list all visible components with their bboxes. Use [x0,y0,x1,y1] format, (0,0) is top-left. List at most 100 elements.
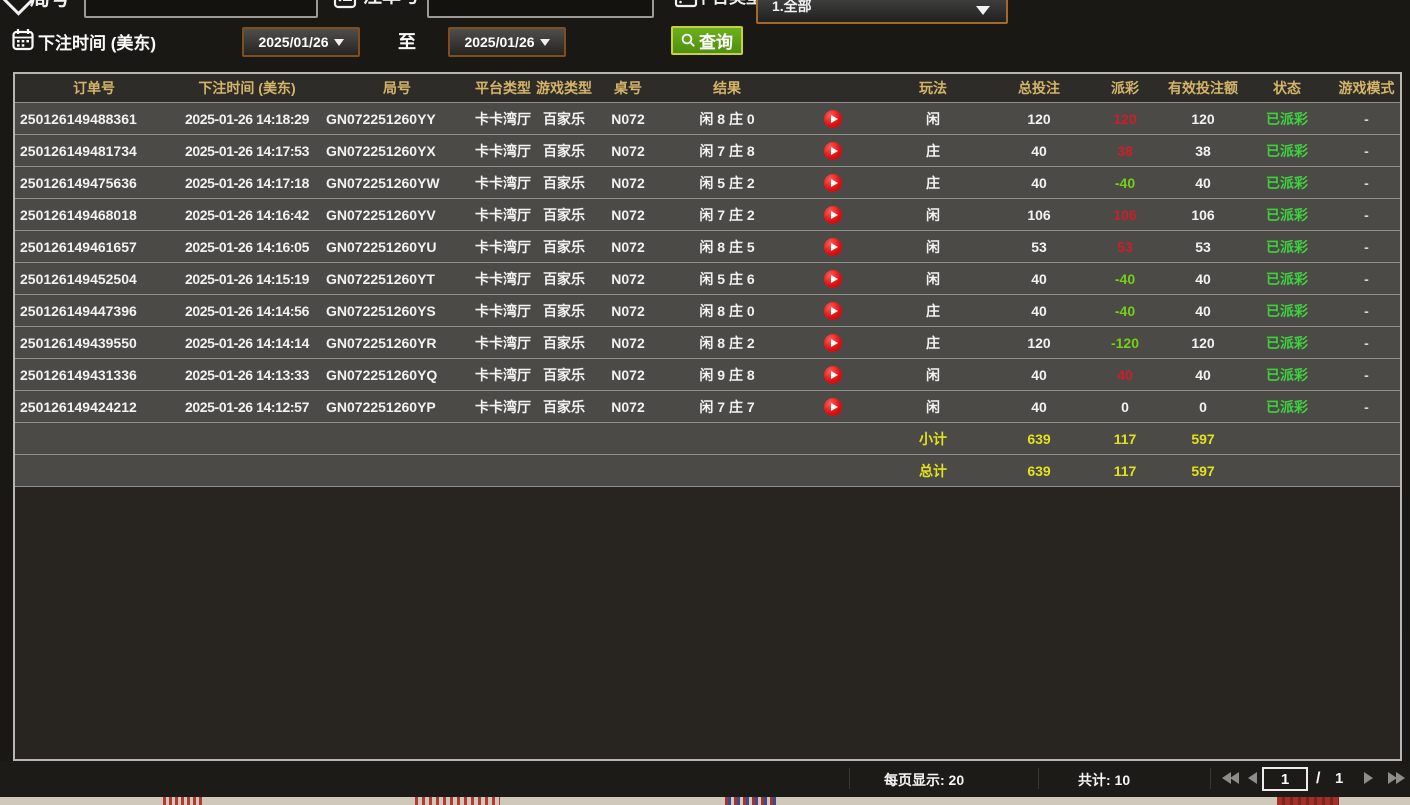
magnifier-icon [681,33,696,48]
background-page-strip [0,797,1410,805]
cell-valid-bet: 38 [1165,135,1241,167]
cell-total-bet: 40 [993,135,1085,167]
play-icon [831,275,838,283]
cell-table-no: N072 [595,263,661,295]
cell-table-no: N072 [595,295,661,327]
cell-payout: -40 [1085,167,1165,199]
cell-game-mode: - [1333,295,1400,327]
play-icon [831,403,838,411]
play-video-button[interactable] [824,398,842,416]
query-button[interactable]: 查询 [671,26,743,55]
play-video-button[interactable] [824,174,842,192]
table-row: 2501261494525042025-01-26 14:15:19GN0722… [15,263,1400,295]
cell-payout: 38 [1085,135,1165,167]
game-no-filter-label: 局号 [30,0,70,11]
column-header: 状态 [1241,74,1333,103]
page-slash: / [1316,770,1320,788]
cell-platform: 卡卡湾厅 [473,135,533,167]
cell-bet-side: 闲 [873,263,993,295]
cell-payout: 106 [1085,199,1165,231]
cell-order-no: 250126149424212 [15,391,173,423]
cell-total-bet: 120 [993,327,1085,359]
first-page-button[interactable] [1222,772,1239,784]
cell-order-no: 250126149488361 [15,103,173,135]
cell-result: 闲 7 庄 7 [661,391,793,423]
cell-sum-valid-bet: 597 [1165,423,1241,455]
bet-records-table-container: 订单号下注时间 (美东)局号平台类型游戏类型桌号结果玩法总投注派彩有效投注额状态… [13,72,1402,761]
column-header: 订单号 [15,74,173,103]
date-from-picker[interactable]: 2025/01/26 [242,27,360,57]
cell-status: 已派彩 [1241,103,1333,135]
cell-bet-side: 庄 [873,295,993,327]
cell-bet-side: 闲 [873,103,993,135]
cell-payout: 53 [1085,231,1165,263]
bet-no-input[interactable] [427,0,654,18]
cell-game-type: 百家乐 [533,263,595,295]
cell-sum-payout: 117 [1085,455,1165,487]
cell-status: 已派彩 [1241,199,1333,231]
cell-bet-side: 庄 [873,135,993,167]
play-video-button[interactable] [824,238,842,256]
cell-platform: 卡卡湾厅 [473,103,533,135]
cell-video [793,199,873,231]
cell-table-no: N072 [595,391,661,423]
grand-total-row: 总计639117597 [15,455,1400,487]
column-header: 结果 [661,74,793,103]
divider [1038,768,1039,789]
cell-game-no: GN072251260YQ [321,359,473,391]
cell-status: 已派彩 [1241,167,1333,199]
total-pages: 1 [1335,770,1343,787]
play-video-button[interactable] [824,302,842,320]
play-video-button[interactable] [824,334,842,352]
cell-table-no: N072 [595,231,661,263]
cell-platform: 卡卡湾厅 [473,327,533,359]
cell-game-no: GN072251260YP [321,391,473,423]
cell-sum-label: 总计 [873,455,993,487]
platform-type-value: 1.全部 [772,0,812,16]
cell-game-no: GN072251260YT [321,263,473,295]
cell-valid-bet: 0 [1165,391,1241,423]
cell-video [793,231,873,263]
game-no-input[interactable] [84,0,318,18]
caret-down-icon [976,6,990,15]
cell-result: 闲 8 庄 0 [661,103,793,135]
cell-bet-time: 2025-01-26 14:14:56 [173,295,321,327]
table-body: 2501261494883612025-01-26 14:18:29GN0722… [15,103,1400,487]
cell-bet-time: 2025-01-26 14:17:53 [173,135,321,167]
platform-type-select[interactable]: 1.全部 [756,0,1008,24]
prev-page-button[interactable] [1248,772,1257,784]
page-number-input[interactable] [1262,767,1308,791]
cell-order-no: 250126149447396 [15,295,173,327]
cell-valid-bet: 120 [1165,327,1241,359]
date-to-picker[interactable]: 2025/01/26 [448,27,566,57]
play-video-button[interactable] [824,142,842,160]
cell-game-no: GN072251260YU [321,231,473,263]
table-row: 2501261494473962025-01-26 14:14:56GN0722… [15,295,1400,327]
column-header: 游戏模式 [1333,74,1400,103]
cell-result: 闲 7 庄 2 [661,199,793,231]
per-page-label: 每页显示: 20 [884,770,964,790]
cell-result: 闲 8 庄 2 [661,327,793,359]
cell-game-type: 百家乐 [533,231,595,263]
divider [1210,768,1211,789]
cell-valid-bet: 40 [1165,167,1241,199]
cell-payout: 40 [1085,359,1165,391]
cell-platform: 卡卡湾厅 [473,359,533,391]
play-video-button[interactable] [824,270,842,288]
cell-game-no: GN072251260YV [321,199,473,231]
play-video-button[interactable] [824,366,842,384]
play-video-button[interactable] [824,206,842,224]
cell-status: 已派彩 [1241,359,1333,391]
cell-video [793,167,873,199]
pagination-bar: 每页显示: 20 共计: 10 / 1 [0,761,1410,797]
cell-empty [15,423,873,455]
cell-video [793,391,873,423]
last-page-button[interactable] [1388,772,1405,784]
cell-game-type: 百家乐 [533,135,595,167]
background-fragment [1277,797,1339,805]
next-page-button[interactable] [1364,772,1373,784]
cell-order-no: 250126149475636 [15,167,173,199]
cell-valid-bet: 40 [1165,295,1241,327]
play-video-button[interactable] [824,110,842,128]
cell-total-bet: 40 [993,359,1085,391]
